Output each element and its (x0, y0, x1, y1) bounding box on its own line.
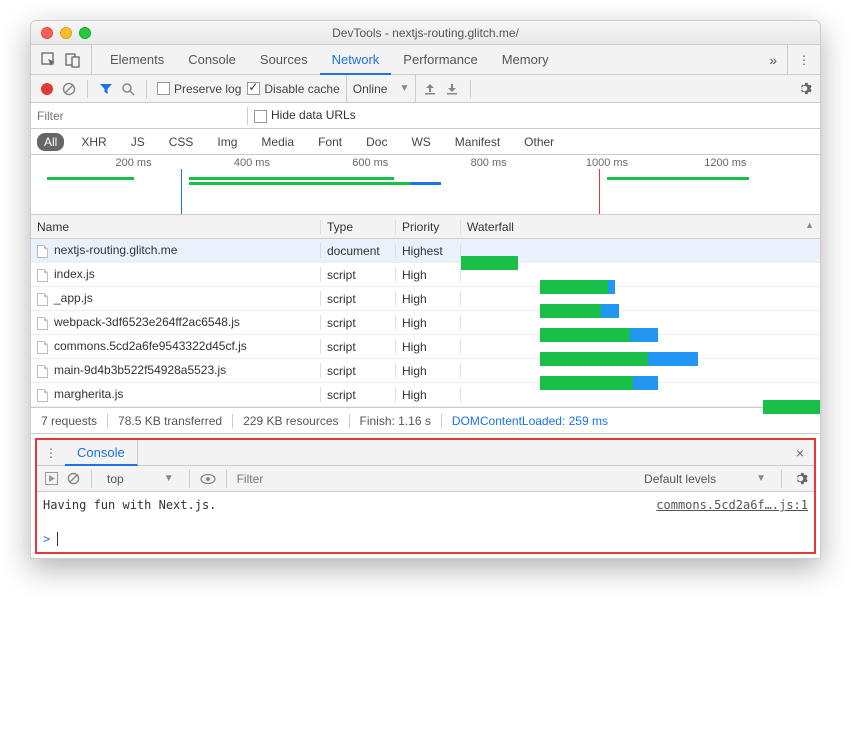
console-live-expr-icon[interactable] (200, 471, 216, 487)
type-filter-img[interactable]: Img (210, 133, 244, 151)
file-icon (37, 245, 48, 258)
disable-cache-checkbox[interactable]: Disable cache (247, 82, 339, 96)
file-icon (37, 341, 48, 354)
col-header-priority[interactable]: Priority (396, 220, 461, 234)
record-button[interactable] (39, 81, 55, 97)
titlebar: DevTools - nextjs-routing.glitch.me/ (31, 21, 820, 45)
table-row[interactable]: index.jsscriptHigh (31, 263, 820, 287)
type-filter-other[interactable]: Other (517, 133, 561, 151)
console-filter-input[interactable] (237, 472, 407, 486)
col-header-waterfall[interactable]: Waterfall▲ (461, 220, 820, 234)
file-icon (37, 317, 48, 330)
file-icon (37, 293, 48, 306)
timeline-tick: 400 ms (234, 157, 270, 169)
file-icon (37, 269, 48, 282)
summary-transferred: 78.5 KB transferred (108, 414, 233, 428)
tab-network[interactable]: Network (320, 45, 392, 75)
tab-sources[interactable]: Sources (248, 45, 320, 75)
tab-console[interactable]: Console (176, 45, 248, 75)
tab-memory[interactable]: Memory (490, 45, 561, 75)
file-icon (37, 389, 48, 402)
clear-button[interactable] (61, 81, 77, 97)
search-icon[interactable] (120, 81, 136, 97)
hide-data-urls-checkbox[interactable]: Hide data URLs (254, 108, 356, 122)
devtools-menu-button[interactable]: ⋮ (787, 45, 820, 74)
device-toggle-icon[interactable] (65, 52, 81, 68)
summary-requests: 7 requests (31, 414, 108, 428)
col-header-name[interactable]: Name (31, 220, 321, 234)
console-drawer: ⋮ Console × top▼ Default levels▼ Having … (35, 438, 816, 554)
preserve-log-checkbox[interactable]: Preserve log (157, 82, 241, 96)
console-context-select[interactable]: top▼ (102, 471, 179, 487)
filter-row: Hide data URLs (31, 103, 820, 129)
type-filter-manifest[interactable]: Manifest (448, 133, 507, 151)
close-drawer-button[interactable]: × (786, 445, 814, 461)
console-tab[interactable]: Console (65, 440, 138, 466)
table-row[interactable]: commons.5cd2a6fe9543322d45cf.jsscriptHig… (31, 335, 820, 359)
download-har-icon[interactable] (444, 81, 460, 97)
drawer-menu-button[interactable]: ⋮ (37, 446, 65, 460)
network-toolbar: Preserve log Disable cache Online▼ (31, 75, 820, 103)
network-settings-icon[interactable] (796, 81, 812, 97)
summary-finish: Finish: 1.16 s (350, 414, 442, 428)
type-filter-xhr[interactable]: XHR (74, 133, 113, 151)
inspect-icon[interactable] (41, 52, 57, 68)
network-summary: 7 requests 78.5 KB transferred 229 KB re… (31, 408, 820, 434)
tab-elements[interactable]: Elements (98, 45, 176, 75)
file-icon (37, 365, 48, 378)
summary-dcl: DOMContentLoaded: 259 ms (442, 414, 618, 428)
type-filter-js[interactable]: JS (124, 133, 152, 151)
table-row[interactable]: webpack-3df6523e264ff2ac6548.jsscriptHig… (31, 311, 820, 335)
type-filter-ws[interactable]: WS (404, 133, 437, 151)
minimize-window-button[interactable] (60, 27, 72, 39)
table-row[interactable]: nextjs-routing.glitch.medocumentHighest (31, 239, 820, 263)
network-table: Name Type Priority Waterfall▲ nextjs-rou… (31, 215, 820, 408)
console-clear-icon[interactable] (65, 471, 81, 487)
summary-resources: 229 KB resources (233, 414, 349, 428)
type-filter-doc[interactable]: Doc (359, 133, 394, 151)
timeline-tick: 800 ms (471, 157, 507, 169)
timeline-overview[interactable]: 200 ms 400 ms 600 ms 800 ms 1000 ms 1200 ms (31, 155, 820, 215)
upload-har-icon[interactable] (422, 81, 438, 97)
console-source-link[interactable]: commons.5cd2a6f….js:1 (656, 498, 808, 512)
filter-toggle-icon[interactable] (98, 81, 114, 97)
console-play-icon[interactable] (43, 471, 59, 487)
console-settings-icon[interactable] (792, 471, 808, 487)
tab-performance[interactable]: Performance (391, 45, 489, 75)
zoom-window-button[interactable] (79, 27, 91, 39)
timeline-tick: 600 ms (352, 157, 388, 169)
console-message: Having fun with Next.js.commons.5cd2a6f…… (43, 496, 808, 514)
col-header-type[interactable]: Type (321, 220, 396, 234)
type-filter-media[interactable]: Media (254, 133, 301, 151)
table-row[interactable]: margherita.jsscriptHigh (31, 383, 820, 407)
more-tabs-button[interactable]: » (759, 52, 787, 68)
console-prompt[interactable]: > (37, 532, 814, 552)
main-tabs: ElementsConsoleSourcesNetworkPerformance… (31, 45, 820, 75)
type-filter-all[interactable]: All (37, 133, 64, 151)
type-filter-row: All XHR JS CSS Img Media Font Doc WS Manifest Othe… (31, 129, 820, 155)
throttle-select[interactable]: Online▼ (346, 75, 417, 102)
close-window-button[interactable] (41, 27, 53, 39)
type-filter-css[interactable]: CSS (162, 133, 201, 151)
console-levels-select[interactable]: Default levels▼ (639, 471, 771, 487)
timeline-tick: 1200 ms (704, 157, 746, 169)
table-row[interactable]: _app.jsscriptHigh (31, 287, 820, 311)
table-row[interactable]: main-9d4b3b522f54928a5523.jsscriptHigh (31, 359, 820, 383)
window-title: DevTools - nextjs-routing.glitch.me/ (31, 26, 820, 40)
type-filter-font[interactable]: Font (311, 133, 349, 151)
timeline-tick: 1000 ms (586, 157, 628, 169)
timeline-tick: 200 ms (116, 157, 152, 169)
filter-input[interactable] (31, 104, 241, 128)
